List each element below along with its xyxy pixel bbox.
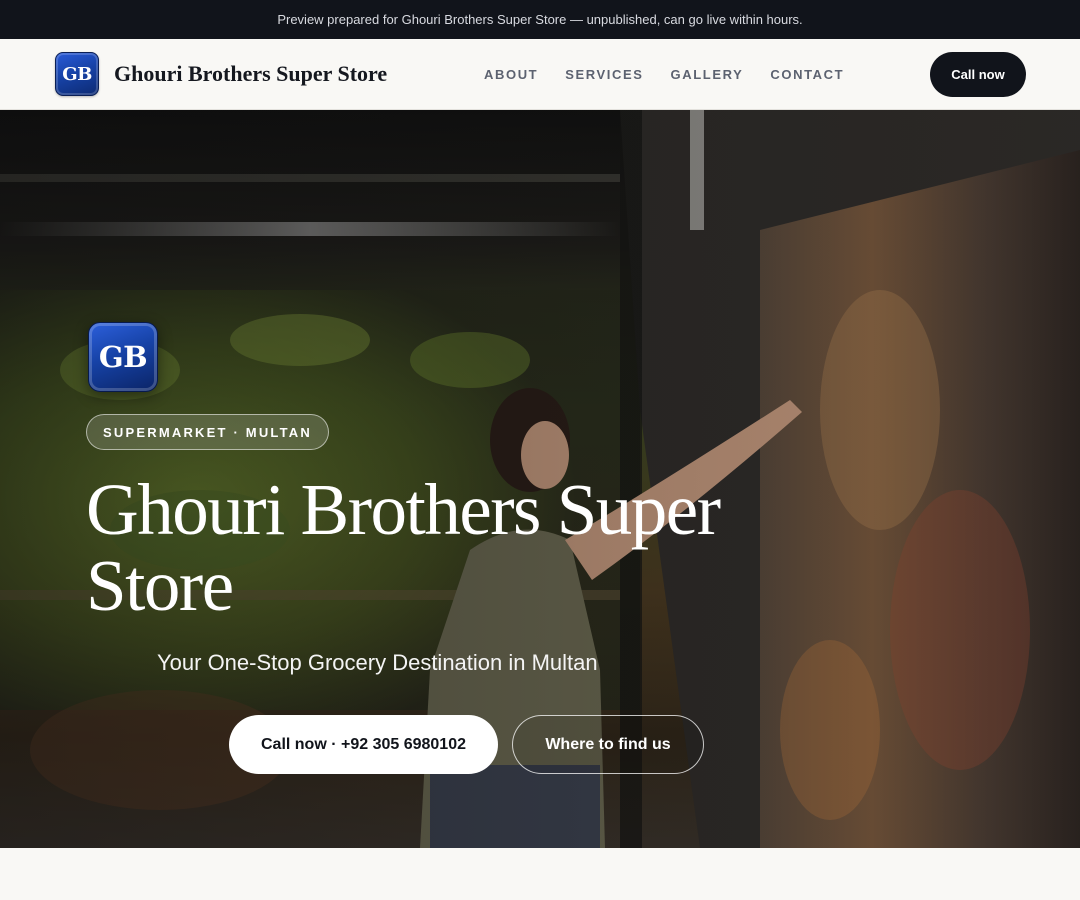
- hero-title: Ghouri Brothers Super Store: [86, 469, 721, 626]
- nav-link-contact[interactable]: CONTACT: [770, 67, 844, 82]
- hero-category-tag: SUPERMARKET · MULTAN: [86, 414, 329, 450]
- hero-call-button[interactable]: Call now · +92 305 6980102: [229, 715, 498, 774]
- hero-location-button[interactable]: Where to find us: [512, 715, 704, 774]
- preview-banner-text: Preview prepared for Ghouri Brothers Sup…: [277, 12, 803, 27]
- hero-logo: GB: [88, 322, 158, 392]
- hero-subtitle: Your One-Stop Grocery Destination in Mul…: [157, 650, 598, 675]
- nav-link-about[interactable]: ABOUT: [484, 67, 538, 82]
- hero-section: GB SUPERMARKET · MULTAN Ghouri Brothers …: [0, 110, 1080, 848]
- nav-link-services[interactable]: SERVICES: [565, 67, 643, 82]
- header-call-button[interactable]: Call now: [930, 52, 1026, 97]
- brand-name[interactable]: Ghouri Brothers Super Store: [114, 59, 387, 89]
- preview-banner: Preview prepared for Ghouri Brothers Sup…: [0, 0, 1080, 39]
- site-header: GB Ghouri Brothers Super Store ABOUT SER…: [0, 39, 1080, 110]
- main-nav: ABOUT SERVICES GALLERY CONTACT: [484, 61, 844, 87]
- next-section: [0, 848, 1080, 900]
- hero-logo-text: GB: [98, 340, 148, 374]
- brand-logo[interactable]: GB: [55, 52, 99, 96]
- brand-logo-text: GB: [62, 63, 92, 85]
- nav-link-gallery[interactable]: GALLERY: [671, 67, 744, 82]
